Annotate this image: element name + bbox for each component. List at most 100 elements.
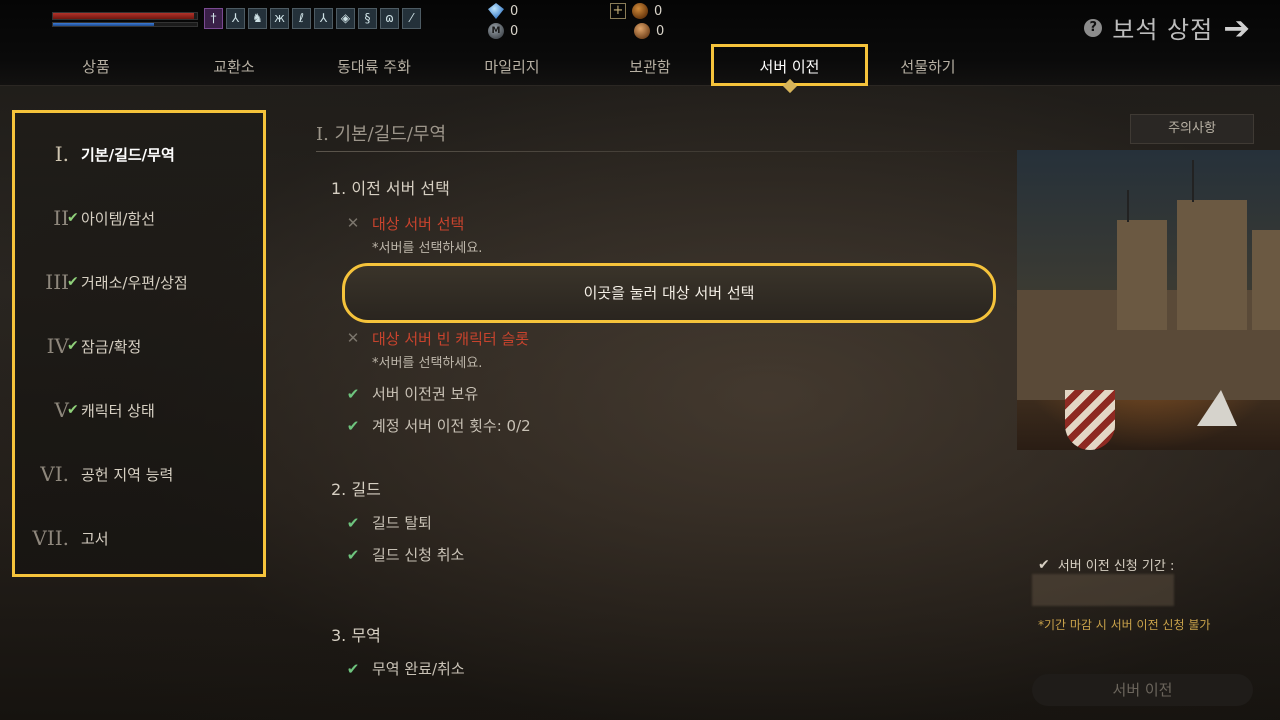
flag-pole	[1192, 160, 1194, 202]
bronze-coin-icon	[634, 23, 650, 39]
tab-products[interactable]: 상품	[46, 44, 146, 86]
tab-server-transfer[interactable]: 서버 이전	[711, 44, 868, 86]
transfer-period: ✔ 서버 이전 신청 기간 :	[1038, 555, 1175, 575]
wings-icon[interactable]: ж	[270, 8, 289, 29]
requirement-label: 길드 탈퇴	[372, 514, 432, 532]
period-label: 서버 이전 신청 기간 :	[1057, 559, 1175, 574]
server-transfer-button[interactable]: 서버 이전	[1032, 674, 1253, 706]
sidebar-item-label: 기본/길드/무역	[81, 145, 175, 164]
flag-pole	[1127, 190, 1129, 222]
roman-numeral: V	[54, 398, 69, 422]
category-sidebar: I. 기본/길드/무역 II ✔ 아이템/함선 III ✔ 거래소/우편/상점 …	[12, 110, 266, 577]
currency-bronze: 0	[634, 23, 664, 39]
leaf-icon[interactable]: ⁄	[402, 8, 421, 29]
requirement-hint: *서버를 선택하세요.	[372, 241, 483, 256]
currency-gold: + 0	[610, 3, 662, 19]
requirement-label: 계정 서버 이전 횟수: 0/2	[372, 417, 531, 435]
sidebar-item-label: 공헌 지역 능력	[81, 465, 174, 484]
select-target-server-button[interactable]: 이곳을 눌러 대상 서버 선택	[342, 263, 996, 323]
requirement-hint: *서버를 선택하세요.	[372, 356, 483, 371]
requirement-label: 대상 서버 선택	[372, 215, 465, 233]
roman-numeral: VII.	[32, 526, 69, 550]
m-coin-icon: M	[488, 23, 504, 39]
shield-icon[interactable]: ◈	[336, 8, 355, 29]
hp-bar	[52, 12, 198, 20]
castle-tower	[1117, 220, 1167, 330]
sidebar-item-character-status[interactable]: V ✔ 캐릭터 상태	[15, 390, 263, 430]
tab-gift[interactable]: 선물하기	[878, 44, 978, 86]
buff-list: † ⅄ ♞ ж ℓ ⅄ ◈ § ɷ ⁄	[204, 8, 421, 29]
sidebar-item-label: 캐릭터 상태	[81, 401, 155, 420]
check-icon: ✔	[346, 660, 360, 678]
sidebar-item-ancient-books[interactable]: VII. 고서	[15, 518, 263, 558]
requirement-label: 서버 이전권 보유	[372, 385, 479, 403]
shop-header: ? 보석 상점 ➔	[1084, 10, 1250, 45]
sword-buff-icon[interactable]: †	[204, 8, 223, 29]
hp-bar-fill	[53, 13, 195, 19]
sidebar-item-basic-guild-trade[interactable]: I. 기본/길드/무역	[15, 134, 263, 174]
horn-icon[interactable]: ɷ	[380, 8, 399, 29]
help-icon[interactable]: ?	[1084, 18, 1103, 37]
stance-icon[interactable]: ⅄	[226, 8, 245, 29]
sidebar-item-market-mail-shop[interactable]: III ✔ 거래소/우편/상점	[15, 262, 263, 302]
check-icon: ✔	[346, 417, 360, 435]
exit-arrow-icon[interactable]: ➔	[1223, 12, 1250, 44]
requirement-guild-cancel: ✔ 길드 신청 취소	[346, 546, 465, 564]
check-icon: ✔	[67, 402, 79, 418]
check-icon: ✔	[67, 274, 79, 290]
roman-numeral: VI.	[40, 462, 69, 486]
sidebar-item-label: 잠금/확정	[81, 337, 142, 356]
sidebar-item-label: 고서	[81, 529, 109, 548]
mp-bar	[52, 22, 198, 27]
sidebar-item-contribution-region[interactable]: VI. 공헌 지역 능력	[15, 454, 263, 494]
tab-exchange[interactable]: 교환소	[184, 44, 284, 86]
striped-banner	[1065, 390, 1115, 450]
mp-bar-fill	[53, 23, 154, 26]
top-bar: † ⅄ ♞ ж ℓ ⅄ ◈ § ɷ ⁄ 0 M 0 + 0 0 ? 보석 상점 …	[0, 0, 1280, 86]
stance-icon-2[interactable]: ⅄	[314, 8, 333, 29]
castle-illustration	[1017, 150, 1280, 450]
group-title-trade: 3. 무역	[331, 626, 381, 645]
roman-numeral: IV	[46, 334, 69, 358]
cross-icon: ✕	[346, 214, 360, 232]
sidebar-item-label: 거래소/우편/상점	[81, 273, 188, 292]
tab-mileage[interactable]: 마일리지	[462, 44, 562, 86]
requirement-guild-leave: ✔ 길드 탈퇴	[346, 514, 432, 532]
period-note: *기간 마감 시 서버 이전 신청 불가	[1038, 618, 1211, 632]
requirement-label: 무역 완료/취소	[372, 660, 465, 678]
section-title: I. 기본/길드/무역	[316, 124, 447, 145]
add-currency-button[interactable]: +	[610, 3, 626, 19]
m-coin-value: 0	[510, 23, 519, 39]
roman-numeral: I.	[54, 142, 69, 166]
requirement-label: 길드 신청 취소	[372, 546, 465, 564]
shop-title: 보석 상점	[1112, 16, 1214, 44]
currency-m-coin: M 0	[488, 23, 518, 39]
feather-icon[interactable]: ℓ	[292, 8, 311, 29]
title-divider	[316, 151, 1016, 152]
blue-gem-icon	[488, 3, 504, 19]
check-icon: ✔	[346, 546, 360, 564]
scroll-icon[interactable]: §	[358, 8, 377, 29]
check-icon: ✔	[346, 385, 360, 403]
requirement-target-server: ✕ 대상 서버 선택 *서버를 선택하세요.	[346, 214, 483, 256]
check-icon: ✔	[1038, 556, 1050, 573]
group-title-guild: 2. 길드	[331, 480, 381, 499]
check-icon: ✔	[67, 338, 79, 354]
tab-bar: 상품 교환소 동대륙 주화 마일리지 보관함 서버 이전 선물하기	[0, 44, 1280, 86]
tab-east-coin[interactable]: 동대륙 주화	[314, 44, 434, 86]
requirement-empty-slot: ✕ 대상 서버 빈 캐릭터 슬롯 *서버를 선택하세요.	[346, 329, 529, 371]
notice-button[interactable]: 주의사항	[1130, 114, 1254, 144]
sidebar-item-lock-confirm[interactable]: IV ✔ 잠금/확정	[15, 326, 263, 366]
sidebar-item-item-ship[interactable]: II ✔ 아이템/함선	[15, 198, 263, 238]
beast-icon[interactable]: ♞	[248, 8, 267, 29]
group-title-server: 1. 이전 서버 선택	[331, 179, 450, 198]
castle-keep	[1177, 200, 1247, 330]
currency-gem: 0	[488, 3, 518, 19]
gem-value: 0	[510, 3, 519, 19]
period-value-blurred	[1032, 574, 1174, 606]
gold-coin-icon	[632, 3, 648, 19]
sidebar-item-label: 아이템/함선	[81, 209, 156, 228]
check-icon: ✔	[346, 514, 360, 532]
roman-numeral: III	[45, 270, 69, 294]
tab-storage[interactable]: 보관함	[600, 44, 700, 86]
